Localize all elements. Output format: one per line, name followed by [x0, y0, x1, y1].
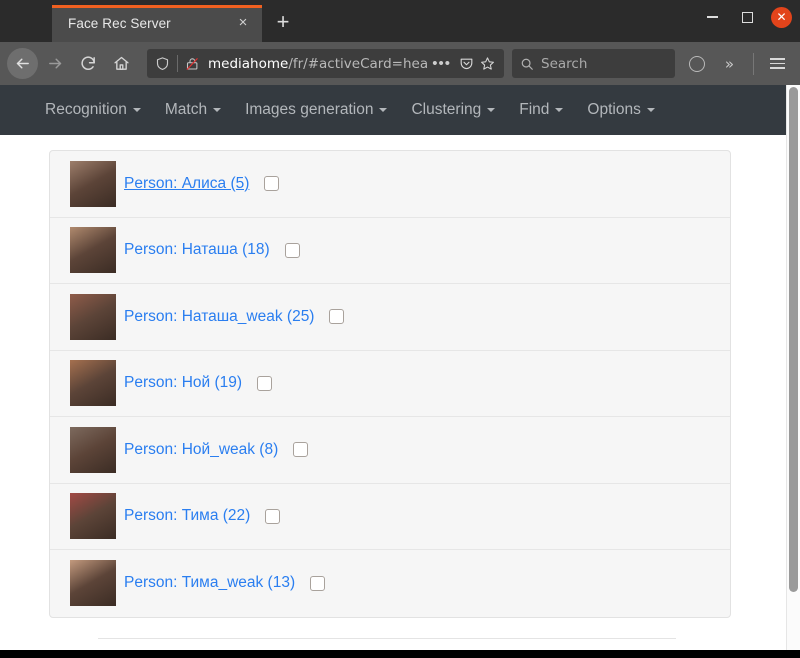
- appnav-item-label: Options: [587, 101, 641, 118]
- reload-icon: [81, 56, 95, 70]
- chevron-down-icon: [555, 108, 564, 112]
- hamburger-icon: [770, 57, 785, 70]
- person-link[interactable]: Person: Тима (22): [124, 507, 250, 525]
- page-viewport: Recognition Match Images generation Cluster…: [0, 85, 800, 650]
- chevron-down-icon: [487, 108, 496, 112]
- account-circle-icon[interactable]: [681, 48, 712, 79]
- url-host: mediahome: [208, 55, 289, 72]
- list-item[interactable]: Person: Ной (19): [50, 351, 730, 417]
- person-checkbox[interactable]: [293, 442, 309, 458]
- person-thumbnail[interactable]: [70, 560, 116, 607]
- person-thumbnail[interactable]: [70, 493, 116, 540]
- search-bar[interactable]: Search: [512, 49, 675, 78]
- new-tab-button[interactable]: +: [268, 8, 298, 38]
- chevron-down-icon: [132, 108, 141, 112]
- page-actions-icon[interactable]: •••: [427, 56, 456, 71]
- person-checkbox[interactable]: [257, 375, 273, 391]
- list-item[interactable]: Person: Алиса (5): [50, 151, 730, 218]
- forward-arrow-icon: [49, 58, 62, 69]
- tab-close-icon[interactable]: ×: [232, 13, 254, 35]
- appnav-item-options[interactable]: Options: [575, 101, 666, 119]
- tab-face-rec-server[interactable]: Face Rec Server ×: [52, 5, 262, 42]
- appnav-item-recognition[interactable]: Recognition: [33, 101, 153, 119]
- chevron-down-icon: [646, 108, 655, 112]
- appnav-item-find[interactable]: Find: [507, 101, 575, 119]
- reload-button[interactable]: [73, 48, 104, 79]
- appnav-item-clustering[interactable]: Clustering: [399, 101, 507, 119]
- chevron-down-icon: [213, 108, 222, 112]
- toolbar-divider: [753, 52, 754, 75]
- list-item[interactable]: Person: Наташа_weak (25): [50, 284, 730, 351]
- address-bar-divider: [177, 55, 178, 72]
- person-link[interactable]: Person: Ной_weak (8): [124, 441, 278, 459]
- list-item[interactable]: Person: Тима (22): [50, 484, 730, 550]
- list-item[interactable]: Person: Наташа (18): [50, 218, 730, 284]
- appnav-item-match[interactable]: Match: [153, 101, 233, 119]
- person-checkbox[interactable]: [310, 575, 326, 591]
- browser-window: Face Rec Server × + ✕ mediahome/fr/#acti…: [0, 0, 800, 650]
- url-path: /fr/#activeCard=headin: [288, 55, 428, 72]
- url-text[interactable]: mediahome/fr/#activeCard=headin: [208, 56, 427, 72]
- home-icon: [114, 56, 129, 70]
- person-thumbnail[interactable]: [70, 227, 116, 274]
- appnav-item-label: Match: [164, 101, 208, 118]
- person-checkbox[interactable]: [329, 309, 345, 325]
- appnav-item-label: Images generation: [245, 101, 374, 118]
- app-menu-button[interactable]: [762, 48, 793, 79]
- maximize-button[interactable]: [736, 6, 758, 28]
- person-thumbnail[interactable]: [70, 160, 116, 207]
- appnav-item-label: Find: [519, 101, 550, 118]
- overflow-label: »: [724, 54, 735, 73]
- list-item[interactable]: Person: Ной_weak (8): [50, 417, 730, 484]
- search-icon: [521, 58, 533, 70]
- appnav-item-label: Recognition: [45, 101, 127, 118]
- content-divider: [98, 637, 676, 639]
- overflow-chevron-icon[interactable]: »: [714, 48, 745, 79]
- tab-title: Face Rec Server: [68, 16, 171, 31]
- person-thumbnail[interactable]: [70, 360, 116, 407]
- tab-bar: Face Rec Server × + ✕: [0, 0, 800, 42]
- page-scrollbar-thumb[interactable]: [789, 87, 798, 592]
- tracking-protection-shield-icon[interactable]: [155, 56, 170, 71]
- person-link[interactable]: Person: Наташа_weak (25): [124, 308, 314, 326]
- web-page: Recognition Match Images generation Cluster…: [0, 85, 786, 650]
- person-thumbnail[interactable]: [70, 426, 116, 473]
- window-controls: ✕: [701, 6, 792, 28]
- appnav-item-label: Clustering: [411, 101, 482, 118]
- search-input[interactable]: Search: [541, 56, 587, 72]
- person-thumbnail[interactable]: [70, 293, 116, 340]
- person-link[interactable]: Person: Тима_weak (13): [124, 574, 295, 592]
- chevron-down-icon: [379, 108, 388, 112]
- person-link[interactable]: Person: Наташа (18): [124, 241, 270, 259]
- crossed-lock-icon: [186, 57, 198, 70]
- person-list-card: Person: Алиса (5) Person: Наташа (18) Pers…: [49, 150, 731, 618]
- person-checkbox[interactable]: [264, 176, 280, 192]
- person-checkbox[interactable]: [265, 508, 281, 524]
- forward-button[interactable]: [40, 48, 71, 79]
- home-button[interactable]: [106, 48, 137, 79]
- bookmark-star-icon[interactable]: [477, 56, 498, 71]
- page-scrollbar[interactable]: [786, 85, 800, 650]
- toolbar-right-group: »: [681, 48, 793, 79]
- minimize-button[interactable]: [701, 6, 723, 28]
- person-link[interactable]: Person: Алиса (5): [124, 175, 249, 193]
- back-button[interactable]: [7, 48, 38, 79]
- browser-toolbar: mediahome/fr/#activeCard=headin ••• Sear…: [0, 42, 800, 85]
- person-link[interactable]: Person: Ной (19): [124, 374, 242, 392]
- page-content: Person: Алиса (5) Person: Наташа (18) Pers…: [0, 135, 786, 639]
- appnav-item-images-generation[interactable]: Images generation: [233, 101, 399, 119]
- address-bar[interactable]: mediahome/fr/#activeCard=headin •••: [147, 49, 504, 78]
- pocket-icon[interactable]: [456, 56, 477, 71]
- list-item[interactable]: Person: Тима_weak (13): [50, 550, 730, 617]
- insecure-connection-icon[interactable]: [185, 56, 200, 72]
- back-arrow-icon: [16, 58, 29, 69]
- person-checkbox[interactable]: [284, 242, 300, 258]
- close-window-button[interactable]: ✕: [771, 6, 792, 28]
- app-navbar: Recognition Match Images generation Cluster…: [0, 85, 786, 135]
